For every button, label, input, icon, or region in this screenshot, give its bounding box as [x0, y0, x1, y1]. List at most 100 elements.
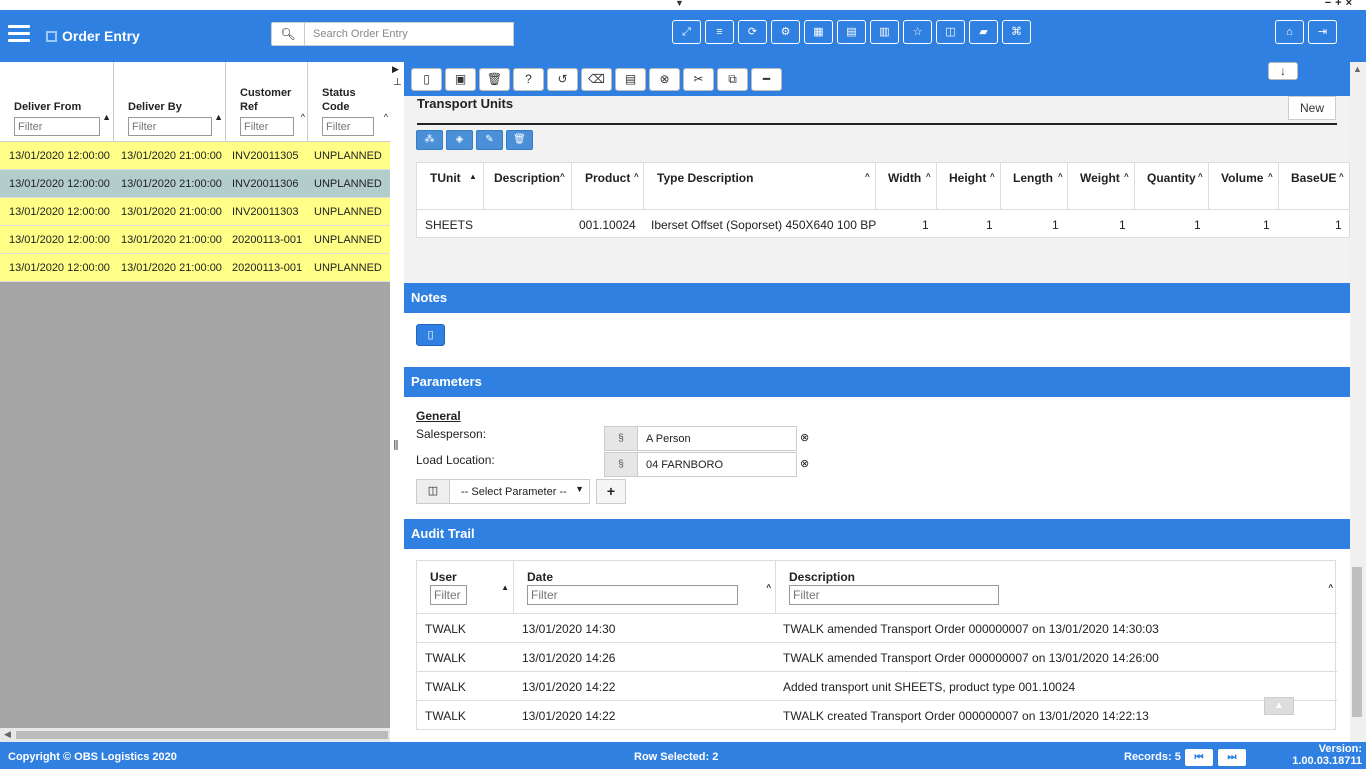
download-icon[interactable]: ↓ [1268, 62, 1298, 80]
sort-icon[interactable]: ^ [384, 112, 388, 122]
cube-icon[interactable]: ◈ [446, 130, 473, 150]
filter-input[interactable] [430, 585, 467, 605]
table-row[interactable]: 13/01/2020 12:00:00 13/01/2020 21:00:00 … [0, 142, 390, 170]
col-height[interactable]: Height ^ [937, 163, 1001, 209]
new-document-icon[interactable]: ▯ [411, 68, 442, 91]
pdf-icon[interactable]: ▥ [870, 20, 899, 44]
scroll-left-icon[interactable]: ◀ [4, 729, 11, 740]
search-input[interactable] [304, 22, 514, 46]
notes-header[interactable]: Notes [404, 283, 1350, 313]
help-icon[interactable]: ? [513, 68, 544, 91]
add-note-icon[interactable]: ▯ [416, 324, 445, 346]
col-weight[interactable]: Weight ^ [1068, 163, 1135, 209]
sort-icon[interactable]: ^ [1198, 172, 1203, 181]
panel-splitter[interactable]: ▶ ⊥ ‖ [390, 62, 404, 742]
last-page-icon[interactable]: ⏭ [1218, 749, 1246, 766]
menu-icon[interactable] [8, 25, 30, 43]
parameters-header[interactable]: Parameters [404, 367, 1350, 397]
filter-input[interactable] [789, 585, 999, 605]
vertical-scrollbar[interactable]: ▲ [1350, 62, 1366, 742]
grid-icon[interactable]: ▦ [804, 20, 833, 44]
col-length[interactable]: Length ^ [1001, 163, 1068, 209]
col-description[interactable]: Description ^ [484, 163, 572, 209]
sort-icon[interactable]: ▲ [469, 172, 477, 181]
add-parameter-button[interactable]: + [596, 479, 626, 504]
col-tunit[interactable]: TUnit ▲ [417, 163, 484, 209]
collapse-arrow-icon[interactable]: ▼ [675, 0, 684, 8]
sort-icon[interactable]: ^ [1339, 172, 1344, 181]
sort-icon[interactable]: ^ [301, 112, 305, 122]
unlink-icon[interactable]: ✂ [683, 68, 714, 91]
export-icon[interactable]: ▤ [837, 20, 866, 44]
sort-icon[interactable]: ^ [1328, 583, 1333, 592]
clear-icon[interactable]: ⊗ [800, 431, 809, 444]
table-row[interactable]: TWALK 13/01/2020 14:22 Added transport u… [417, 671, 1337, 700]
scroll-top-icon[interactable]: ▲ [1264, 697, 1294, 715]
col-description[interactable]: Description ^ [776, 561, 1337, 613]
drag-handle-icon[interactable]: ‖ [393, 437, 399, 453]
sort-icon[interactable]: ^ [865, 172, 870, 181]
col-status-code[interactable]: Status Code ^ [308, 62, 390, 142]
table-row[interactable]: TWALK 13/01/2020 14:26 TWALK amended Tra… [417, 642, 1337, 671]
col-type-description[interactable]: Type Description ^ [644, 163, 876, 209]
clear-icon[interactable]: ⊗ [800, 457, 809, 470]
document-icon[interactable]: ▤ [615, 68, 646, 91]
cancel-icon[interactable]: ⊗ [649, 68, 680, 91]
table-row[interactable]: 13/01/2020 12:00:00 13/01/2020 21:00:00 … [0, 198, 390, 226]
col-date[interactable]: Date ^ [514, 561, 776, 613]
sort-icon[interactable]: ▲ [501, 583, 509, 592]
table-row[interactable]: 13/01/2020 12:00:00 13/01/2020 21:00:00 … [0, 226, 390, 254]
minus-icon[interactable]: ━ [751, 68, 782, 91]
database-icon[interactable]: ≡ [705, 20, 734, 44]
window-controls[interactable]: −+× [1325, 0, 1356, 9]
book-icon[interactable]: ▰ [969, 20, 998, 44]
audit-trail-header[interactable]: Audit Trail [404, 519, 1350, 549]
sort-icon[interactable]: ^ [990, 172, 995, 181]
cubes-icon[interactable]: ⁂ [416, 130, 443, 150]
cogs-icon[interactable]: ⚙ [771, 20, 800, 44]
col-product[interactable]: Product ^ [572, 163, 644, 209]
trash-icon[interactable]: 🗑︎ [506, 130, 533, 150]
filter-input[interactable] [240, 117, 294, 136]
star-icon[interactable]: ☆ [903, 20, 932, 44]
scroll-up-icon[interactable]: ▲ [1353, 64, 1362, 74]
sort-icon[interactable]: ^ [926, 172, 931, 181]
search-icon[interactable]: 🔍︎ [271, 22, 305, 46]
home-icon[interactable]: ⌂ [1275, 20, 1304, 44]
load-location-field[interactable]: 04 FARNBORO [637, 452, 797, 477]
col-deliver-by[interactable]: Deliver By ▲ [114, 62, 226, 142]
sort-icon[interactable]: ▲ [214, 112, 223, 122]
table-row[interactable]: TWALK 13/01/2020 14:30 TWALK amended Tra… [417, 613, 1337, 642]
sort-icon[interactable]: ▲ [102, 112, 111, 122]
col-deliver-from[interactable]: Deliver From ▲ [0, 62, 114, 142]
sitemap-icon[interactable]: ⌘ [1002, 20, 1031, 44]
copy-icon[interactable]: ⧉ [717, 68, 748, 91]
pin-icon[interactable]: ⊥ [393, 77, 402, 88]
table-row[interactable]: 13/01/2020 12:00:00 13/01/2020 21:00:00 … [0, 170, 390, 198]
scroll-thumb[interactable] [1352, 567, 1362, 717]
sort-icon[interactable]: ^ [1058, 172, 1063, 181]
filter-input[interactable] [14, 117, 100, 136]
sort-icon[interactable]: ^ [560, 172, 565, 181]
filter-input[interactable] [527, 585, 738, 605]
sort-icon[interactable]: ^ [766, 583, 771, 592]
link-icon[interactable]: § [604, 452, 638, 477]
expand-icon[interactable]: ⤢ [672, 20, 701, 44]
first-page-icon[interactable]: ⏮ [1185, 749, 1213, 766]
scroll-thumb[interactable] [16, 731, 388, 739]
col-user[interactable]: User ▲ [417, 561, 514, 613]
refresh-icon[interactable]: ⟳ [738, 20, 767, 44]
select-parameter[interactable]: ◫ -- Select Parameter -- ▼ [416, 479, 590, 504]
collapse-right-icon[interactable]: ▶ [392, 64, 399, 75]
save-icon[interactable]: ▣ [445, 68, 476, 91]
filter-input[interactable] [322, 117, 374, 136]
table-row[interactable]: TWALK 13/01/2020 14:22 TWALK created Tra… [417, 700, 1337, 729]
logout-icon[interactable]: ⇥ [1308, 20, 1337, 44]
columns-icon[interactable]: ◫ [936, 20, 965, 44]
col-volume[interactable]: Volume ^ [1209, 163, 1279, 209]
sort-icon[interactable]: ^ [1124, 172, 1129, 181]
edit-icon[interactable]: ✎ [476, 130, 503, 150]
table-row[interactable]: SHEETS 001.10024 Iberset Offset (Soporse… [417, 209, 1350, 239]
new-button[interactable]: New [1288, 96, 1336, 120]
col-baseue[interactable]: BaseUE ^ [1279, 163, 1350, 209]
